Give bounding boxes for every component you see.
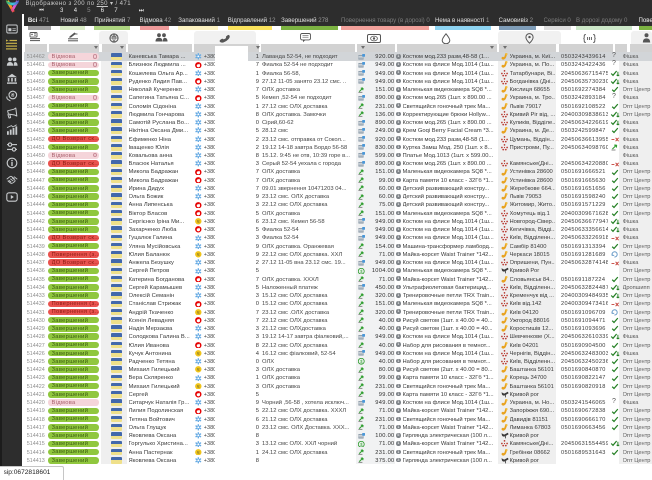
svg-text:lc: lc xyxy=(197,310,200,314)
svg-text:lc: lc xyxy=(197,385,200,389)
svg-text:lc: lc xyxy=(197,451,200,455)
svg-text:lc: lc xyxy=(197,368,200,372)
svg-text:$: $ xyxy=(360,269,363,274)
svg-text:$: $ xyxy=(360,442,363,447)
svg-text:lc: lc xyxy=(197,253,200,257)
svg-text:lc: lc xyxy=(197,352,200,356)
svg-text:lc: lc xyxy=(197,220,200,224)
svg-text:$: $ xyxy=(360,359,363,364)
